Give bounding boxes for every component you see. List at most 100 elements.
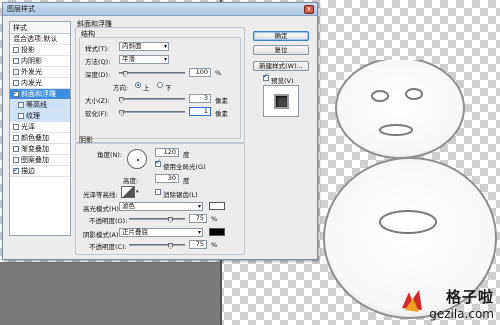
highlight-opacity-label: 不透明度(O):	[89, 217, 128, 225]
style-item-2[interactable]: 内阴影	[10, 56, 70, 67]
contour-dropdown-arrow[interactable]: ▾	[136, 189, 139, 195]
style-item-label: 投影	[21, 45, 35, 54]
figure-upper-body	[335, 60, 465, 159]
soften-slider-track[interactable]	[119, 111, 185, 113]
soften-input[interactable]: 1	[189, 107, 211, 116]
gloss-contour-picker[interactable]	[121, 186, 135, 198]
style-item-9[interactable]: 颜色叠加	[10, 133, 70, 144]
shadow-opacity-track[interactable]	[129, 244, 185, 246]
highlight-mode-dropdown[interactable]: 滤色	[119, 202, 203, 211]
style-item-0[interactable]: 混合选项:默认	[10, 34, 70, 45]
style-item-11[interactable]: 图案叠加	[10, 155, 70, 166]
altitude-unit: 度	[183, 177, 190, 185]
size-unit: 像素	[215, 97, 228, 105]
angle-input[interactable]: 120	[155, 148, 179, 157]
style-preview-swatch	[274, 94, 289, 109]
gezila-logo-icon	[402, 290, 423, 312]
style-item-12[interactable]: 描边	[10, 165, 70, 177]
style-item-10[interactable]: 渐变叠加	[10, 144, 70, 155]
workspace-background	[0, 262, 220, 325]
depth-input[interactable]: 100	[189, 68, 211, 77]
direction-down-label: 下	[165, 84, 172, 92]
style-item-checkbox[interactable]	[18, 113, 24, 119]
new-style-button[interactable]: 新建样式(W)...	[253, 61, 309, 71]
shadow-mode-label: 阴影模式(A):	[83, 231, 121, 239]
close-icon[interactable]: x	[304, 5, 314, 14]
highlight-mode-label: 高光模式(H):	[83, 205, 122, 213]
highlight-color-swatch[interactable]	[209, 202, 225, 210]
dialog-titlebar[interactable]: 图层样式	[3, 3, 317, 16]
size-input[interactable]: 3	[189, 94, 211, 103]
style-item-checkbox[interactable]	[13, 165, 19, 176]
preview-label: 预览(V)	[271, 77, 294, 85]
shadow-opacity-unit: %	[211, 241, 218, 249]
style-dropdown[interactable]: 内斜面	[119, 42, 169, 51]
style-item-3[interactable]: 外发光	[10, 67, 70, 78]
left-eye	[371, 90, 389, 102]
size-slider-track[interactable]	[119, 98, 185, 100]
style-item-checkbox[interactable]	[13, 47, 19, 53]
style-item-label: 等高线	[26, 100, 47, 109]
global-light-checkbox[interactable]	[155, 158, 161, 167]
style-item-checkbox[interactable]	[13, 58, 19, 64]
settings-panel: 斜面和浮雕 结构 样式(T): 内斜面 方法(Q): 平滑 深度(D): 100…	[75, 19, 247, 255]
style-item-label: 光泽	[21, 122, 35, 131]
layer-style-dialog: 图层样式 x 样式 混合选项:默认投影内阴影外发光内发光斜面和浮雕等高线纹理光泽…	[2, 2, 318, 260]
style-item-7[interactable]: 纹理	[10, 111, 70, 122]
ok-button[interactable]: 确定	[253, 31, 309, 41]
direction-up-label: 上	[143, 84, 150, 92]
style-item-label: 图案叠加	[21, 155, 49, 164]
direction-up-radio[interactable]	[135, 82, 141, 88]
direction-label: 方向:	[113, 84, 129, 92]
styles-header[interactable]: 样式	[10, 22, 70, 34]
style-item-4[interactable]: 内发光	[10, 78, 70, 89]
style-item-1[interactable]: 投影	[10, 45, 70, 56]
angle-unit: 度	[183, 151, 190, 159]
style-item-checkbox[interactable]	[13, 80, 19, 86]
technique-label: 方法(Q):	[85, 58, 111, 66]
highlight-opacity-unit: %	[211, 215, 218, 223]
reset-button[interactable]: 复位	[253, 45, 309, 55]
style-item-5[interactable]: 斜面和浮雕	[10, 88, 70, 100]
highlight-opacity-track[interactable]	[129, 218, 185, 220]
embossed-figure-eight	[323, 60, 497, 319]
right-eye	[405, 88, 423, 100]
style-item-label: 颜色叠加	[21, 133, 49, 142]
style-item-checkbox[interactable]	[13, 69, 19, 75]
soften-unit: 像素	[215, 110, 228, 118]
style-item-label: 纹理	[26, 111, 40, 120]
style-item-label: 斜面和浮雕	[21, 89, 56, 98]
altitude-label: 高度:	[123, 177, 139, 185]
depth-slider-track[interactable]	[119, 72, 185, 74]
shadow-opacity-input[interactable]: 75	[189, 240, 207, 249]
style-item-checkbox[interactable]	[18, 102, 24, 108]
altitude-input[interactable]: 30	[155, 174, 179, 183]
style-item-checkbox[interactable]	[13, 146, 19, 152]
style-item-label: 内阴影	[21, 56, 42, 65]
style-item-label: 描边	[21, 166, 35, 175]
style-item-6[interactable]: 等高线	[10, 100, 70, 111]
shadow-color-swatch[interactable]	[209, 228, 225, 236]
style-item-label: 内发光	[21, 78, 42, 87]
style-item-checkbox[interactable]	[13, 135, 19, 141]
direction-down-radio[interactable]	[157, 82, 163, 88]
shadow-mode-dropdown[interactable]: 正片叠底	[119, 228, 203, 237]
shadow-opacity-label: 不透明度(C):	[89, 243, 127, 251]
technique-dropdown[interactable]: 平滑	[119, 55, 169, 64]
preview-checkbox[interactable]	[263, 72, 269, 81]
style-item-checkbox[interactable]	[13, 124, 19, 130]
depth-label: 深度(D):	[85, 71, 111, 79]
highlight-opacity-input[interactable]: 75	[189, 214, 207, 223]
style-item-checkbox[interactable]	[13, 88, 19, 99]
size-label: 大小(Z):	[85, 97, 110, 105]
style-item-8[interactable]: 光泽	[10, 122, 70, 133]
antialias-checkbox[interactable]	[155, 189, 161, 195]
lower-hole	[379, 210, 437, 234]
angle-dial[interactable]	[127, 149, 147, 169]
global-light-label: 使用全局光(G)	[163, 163, 206, 171]
watermark: 格子啦 gezila.com	[402, 286, 494, 321]
style-item-label: 混合选项:默认	[13, 34, 58, 43]
style-item-checkbox[interactable]	[13, 157, 19, 163]
mouth-hole	[379, 124, 413, 136]
gloss-contour-label: 光泽等高线:	[83, 191, 118, 199]
